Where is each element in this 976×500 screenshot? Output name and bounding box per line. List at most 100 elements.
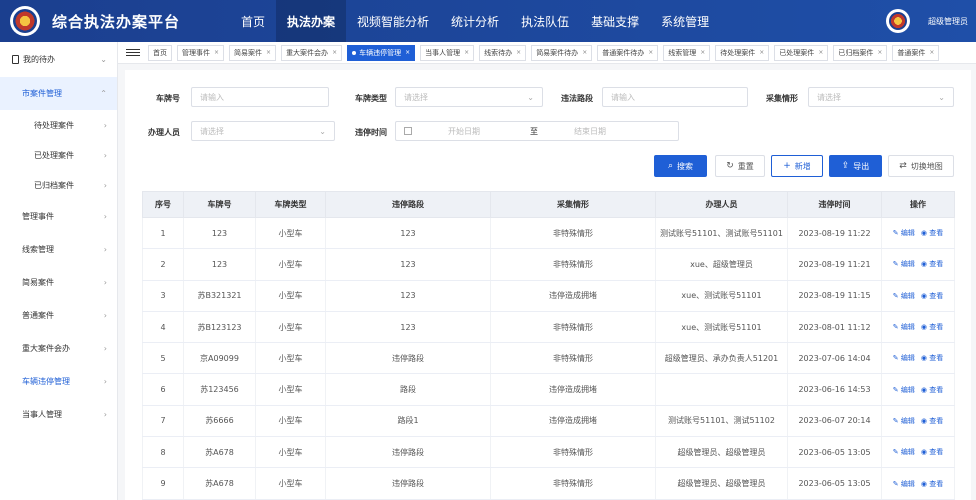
topnav-law-enforcement[interactable]: 执法办案 [276,0,347,42]
close-icon[interactable]: × [582,49,587,56]
export-button[interactable]: ⇪ 导出 [829,155,882,177]
tab-label: 已处理案件 [779,48,815,57]
sidebar-subitem-processed[interactable]: 已处理案件 › [0,140,117,170]
tab-parties[interactable]: 当事人管理 × [420,44,475,61]
cell-handler: xue、测试账号51101 [655,311,788,344]
close-icon[interactable]: × [332,49,337,56]
close-icon[interactable]: × [929,49,934,56]
edit-link[interactable]: ✎ 编辑 [893,323,915,331]
avatar[interactable] [886,9,910,33]
tab-label: 线索管理 [668,48,697,57]
edit-link[interactable]: ✎ 编辑 [893,229,915,237]
view-link[interactable]: ◉ 查看 [921,480,943,488]
edit-link[interactable]: ✎ 编辑 [893,292,915,300]
sidebar-group-city-cases[interactable]: 市案件管理 ⌃ [0,77,117,110]
cell-capture: 违停造成拥堵 [490,373,656,406]
handler-select[interactable]: 请选择 ⌄ [191,121,335,141]
close-icon[interactable]: × [516,49,521,56]
plate-type-label: 车牌类型 [355,94,387,103]
tab-simple-cases[interactable]: 简易案件 × [229,44,277,61]
sidebar-subitem-pending[interactable]: 待处理案件 › [0,110,117,140]
menu-toggle-icon[interactable] [126,47,140,58]
tab-events[interactable]: 管理事件 × [177,44,225,61]
topnav-statistics[interactable]: 统计分析 [440,0,510,42]
view-label: 查看 [929,354,944,363]
reset-button[interactable]: ↻ 重置 [715,155,765,177]
close-icon[interactable]: × [700,49,705,56]
user-menu[interactable]: 超级管理员 [886,0,968,42]
view-link[interactable]: ◉ 查看 [921,354,943,362]
close-icon[interactable]: × [405,49,410,56]
topnav-home[interactable]: 首页 [230,0,276,42]
close-icon[interactable]: × [877,49,882,56]
plate-input[interactable]: 请输入 [191,87,329,107]
close-icon[interactable]: × [214,49,219,56]
sidebar-item-parking-violations[interactable]: 车辆违停管理 › [0,365,117,398]
tab-home[interactable]: 首页 [148,44,172,61]
view-link[interactable]: ◉ 查看 [921,323,943,331]
topnav-basic-support[interactable]: 基础支撑 [580,0,650,42]
edit-link[interactable]: ✎ 编辑 [893,480,915,488]
view-link[interactable]: ◉ 查看 [921,448,943,456]
close-icon[interactable]: × [648,49,653,56]
edit-link[interactable]: ✎ 编辑 [893,354,915,362]
edit-label: 编辑 [900,260,915,269]
calendar-icon [404,127,412,135]
tab-pending[interactable]: 待处理案件 × [715,44,770,61]
view-link[interactable]: ◉ 查看 [921,292,943,300]
sidebar-item-parties[interactable]: 当事人管理 › [0,398,117,431]
tab-normal-todo[interactable]: 普通案件待办 × [597,44,659,61]
tab-processed[interactable]: 已处理案件 × [774,44,829,61]
close-icon[interactable]: × [759,49,764,56]
sidebar-item-label: 管理事件 [22,212,54,221]
road-label: 违法路段 [561,94,593,103]
sidebar-item-my-todo[interactable]: 我的待办 ⌄ [0,42,117,77]
plate-type-select[interactable]: 请选择 ⌄ [395,87,543,107]
sidebar-item-normal-cases[interactable]: 普通案件 › [0,299,117,332]
sidebar-item-clues[interactable]: 线索管理 › [0,233,117,266]
date-range-picker[interactable]: 开始日期 至 结束日期 [395,121,679,141]
edit-link[interactable]: ✎ 编辑 [893,386,915,394]
sidebar-item-major-cases[interactable]: 重大案件会办 › [0,332,117,365]
close-icon[interactable]: × [266,49,271,56]
close-icon[interactable]: × [818,49,823,56]
tab-major-cases[interactable]: 重大案件会办 × [281,44,343,61]
table-row: 3 苏B321321 小型车 123 违停造成拥堵 xue、测试账号51101 2023-0… [142,280,955,312]
topnav-team[interactable]: 执法队伍 [510,0,580,42]
add-button[interactable]: + 新增 [771,155,823,177]
edit-link[interactable]: ✎ 编辑 [893,260,915,268]
view-link[interactable]: ◉ 查看 [921,417,943,425]
edit-link[interactable]: ✎ 编辑 [893,417,915,425]
view-link[interactable]: ◉ 查看 [921,229,943,237]
cell-plate-type: 小型车 [255,373,326,406]
sidebar-item-events[interactable]: 管理事件 › [0,200,117,233]
capture-select[interactable]: 请选择 ⌄ [808,87,954,107]
cell-road: 违停路段 [325,436,491,469]
topnav-video-analysis[interactable]: 视频智能分析 [346,0,440,42]
edit-link[interactable]: ✎ 编辑 [893,448,915,456]
user-name[interactable]: 超级管理员 [928,16,968,27]
search-button[interactable]: ⌕ 搜索 [654,155,707,177]
edit-icon: ✎ [892,385,899,394]
cell-actions: ✎ 编辑 ◉ 查看 [881,373,955,406]
tab-clues[interactable]: 线索管理 × [663,44,711,61]
road-input[interactable]: 请输入 [602,87,748,107]
sidebar-item-simple-cases[interactable]: 简易案件 › [0,266,117,299]
view-link[interactable]: ◉ 查看 [921,386,943,394]
sidebar-subitem-archived[interactable]: 已归档案件 › [0,170,117,200]
view-link[interactable]: ◉ 查看 [921,260,943,268]
eye-icon: ◉ [920,385,927,394]
tab-parking-violations[interactable]: 车辆违停管理 × [347,44,416,61]
search-icon: ⌕ [667,161,674,171]
tab-clue-todo[interactable]: 线索待办 × [479,44,527,61]
close-icon[interactable]: × [464,49,469,56]
edit-icon: ✎ [892,229,899,238]
switch-map-button[interactable]: ⇄ 切换地图 [888,155,954,177]
sidebar: 我的待办 ⌄ 市案件管理 ⌃ 待处理案件 › 已处理案件 › 已归档案件 › 管… [0,42,118,500]
header-actions: 操作 [881,191,955,218]
tab-simple-todo[interactable]: 简易案件待办 × [531,44,593,61]
topnav-system[interactable]: 系统管理 [650,0,720,42]
switch-map-button-label: 切换地图 [910,161,943,171]
tab-normal-cases[interactable]: 普通案件 × [892,44,940,61]
tab-archived[interactable]: 已归档案件 × [833,44,888,61]
